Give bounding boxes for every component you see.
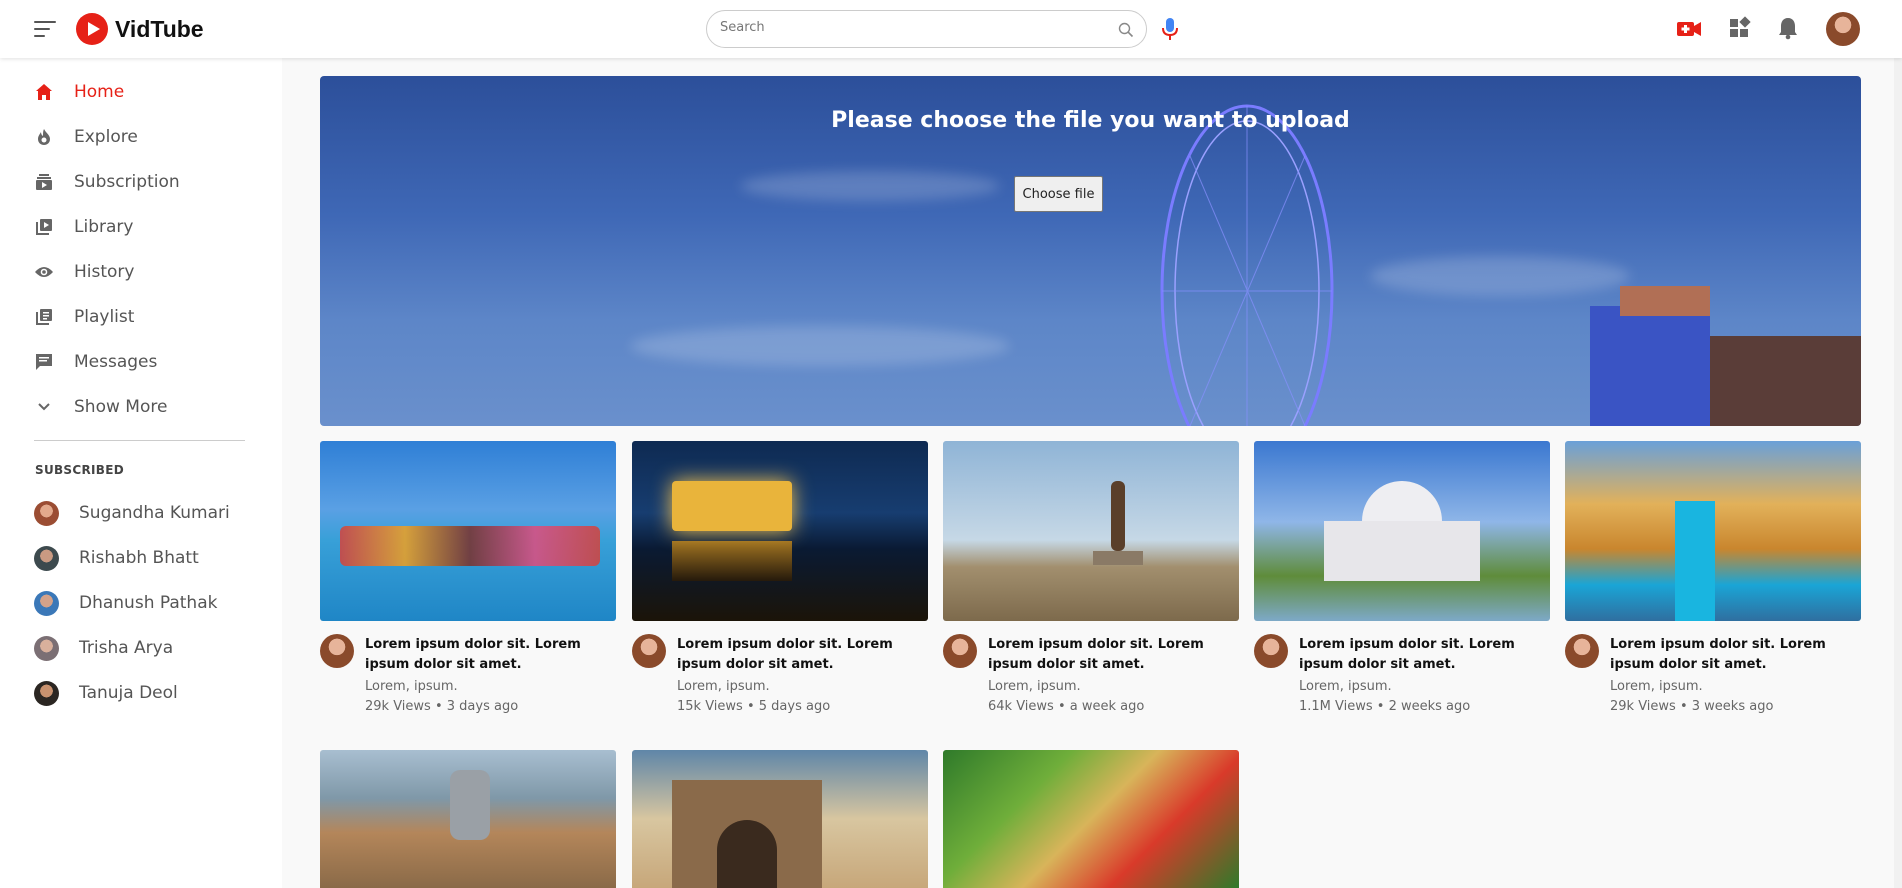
- video-thumbnail[interactable]: [1254, 441, 1550, 621]
- channel-name: Dhanush Pathak: [79, 593, 218, 613]
- avatar: [34, 635, 59, 661]
- upload-banner: Please choose the file you want to uploa…: [320, 76, 1861, 426]
- video-card: [943, 750, 1239, 888]
- video-card: Lorem ipsum dolor sit. Lorem ipsum dolor…: [320, 441, 616, 714]
- sidebar-item-playlist[interactable]: Playlist: [34, 302, 264, 332]
- search-box: [706, 10, 1147, 48]
- sidebar-item-home[interactable]: Home: [34, 77, 264, 107]
- video-title[interactable]: Lorem ipsum dolor sit. Lorem ipsum dolor…: [365, 635, 617, 675]
- mic-icon[interactable]: [1161, 17, 1179, 41]
- channel-avatar[interactable]: [320, 634, 354, 668]
- subscribed-channel[interactable]: Tanuja Deol: [34, 678, 274, 708]
- app-name: VidTube: [115, 15, 204, 42]
- message-icon: [34, 352, 54, 372]
- video-thumbnail[interactable]: [320, 750, 616, 888]
- play-logo-icon: [76, 13, 108, 45]
- channel-name[interactable]: Lorem, ipsum.: [1299, 679, 1392, 694]
- apps-grid-icon[interactable]: [1727, 16, 1751, 40]
- sidebar-item-label: History: [74, 262, 135, 282]
- channel-name[interactable]: Lorem, ipsum.: [365, 679, 458, 694]
- avatar: [34, 590, 59, 616]
- video-meta: 1.1M Views • 2 weeks ago: [1299, 699, 1471, 714]
- sidebar-item-label: Show More: [74, 397, 168, 417]
- library-icon: [34, 217, 54, 237]
- logo[interactable]: VidTube: [76, 13, 204, 45]
- sidebar-divider: [34, 440, 245, 441]
- video-thumbnail[interactable]: [1565, 441, 1861, 621]
- video-meta: 64k Views • a week ago: [988, 699, 1145, 714]
- home-icon: [34, 82, 54, 102]
- video-card: Lorem ipsum dolor sit. Lorem ipsum dolor…: [1254, 441, 1550, 714]
- top-header: VidTube: [0, 0, 1902, 58]
- sidebar-item-label: Explore: [74, 127, 138, 147]
- choose-file-button[interactable]: Choose file: [1014, 176, 1103, 212]
- video-card: [632, 750, 928, 888]
- sidebar-item-label: Home: [74, 82, 125, 102]
- sidebar-item-subscription[interactable]: Subscription: [34, 167, 264, 197]
- sidebar-item-library[interactable]: Library: [34, 212, 264, 242]
- video-title[interactable]: Lorem ipsum dolor sit. Lorem ipsum dolor…: [1610, 635, 1862, 675]
- sidebar-item-explore[interactable]: Explore: [34, 122, 264, 152]
- video-thumbnail[interactable]: [943, 750, 1239, 888]
- video-card: Lorem ipsum dolor sit. Lorem ipsum dolor…: [632, 441, 928, 714]
- subscribed-heading: SUBSCRIBED: [35, 463, 124, 477]
- channel-name: Tanuja Deol: [79, 683, 178, 703]
- channel-name: Sugandha Kumari: [79, 503, 230, 523]
- bell-icon[interactable]: [1777, 16, 1799, 40]
- avatar: [34, 500, 59, 526]
- channel-name: Trisha Arya: [79, 638, 174, 658]
- menu-icon[interactable]: [34, 19, 58, 39]
- fire-icon: [34, 127, 54, 147]
- video-thumbnail[interactable]: [943, 441, 1239, 621]
- sidebar-item-label: Messages: [74, 352, 158, 372]
- playlist-icon: [34, 307, 54, 327]
- banner-heading: Please choose the file you want to uploa…: [831, 108, 1350, 133]
- channel-name[interactable]: Lorem, ipsum.: [677, 679, 770, 694]
- subscribed-channel[interactable]: Rishabh Bhatt: [34, 543, 274, 573]
- sidebar-item-history[interactable]: History: [34, 257, 264, 287]
- video-camera-icon[interactable]: [1676, 16, 1702, 42]
- video-title[interactable]: Lorem ipsum dolor sit. Lorem ipsum dolor…: [677, 635, 929, 675]
- user-avatar[interactable]: [1826, 12, 1860, 46]
- sidebar-item-label: Subscription: [74, 172, 180, 192]
- video-card: Lorem ipsum dolor sit. Lorem ipsum dolor…: [1565, 441, 1861, 714]
- channel-avatar[interactable]: [943, 634, 977, 668]
- subscribed-channel[interactable]: Dhanush Pathak: [34, 588, 274, 618]
- video-thumbnail[interactable]: [632, 441, 928, 621]
- scrollbar[interactable]: [1894, 58, 1902, 888]
- subscription-icon: [34, 172, 54, 192]
- sidebar-item-messages[interactable]: Messages: [34, 347, 264, 377]
- subscribed-channel[interactable]: Sugandha Kumari: [34, 498, 274, 528]
- chevron-down-icon: [34, 397, 54, 417]
- video-meta: 29k Views • 3 weeks ago: [1610, 699, 1774, 714]
- channel-avatar[interactable]: [632, 634, 666, 668]
- video-meta: 15k Views • 5 days ago: [677, 699, 831, 714]
- eye-icon: [34, 262, 54, 282]
- sidebar-item-show-more[interactable]: Show More: [34, 392, 264, 422]
- video-thumbnail[interactable]: [320, 441, 616, 621]
- video-thumbnail[interactable]: [632, 750, 928, 888]
- channel-name: Rishabh Bhatt: [79, 548, 199, 568]
- video-title[interactable]: Lorem ipsum dolor sit. Lorem ipsum dolor…: [1299, 635, 1551, 675]
- sidebar-item-label: Library: [74, 217, 134, 237]
- channel-avatar[interactable]: [1254, 634, 1288, 668]
- video-card: Lorem ipsum dolor sit. Lorem ipsum dolor…: [943, 441, 1239, 714]
- avatar: [34, 545, 59, 571]
- video-meta: 29k Views • 3 days ago: [365, 699, 519, 714]
- sidebar: Home Explore Subscription Library Histor…: [0, 58, 282, 888]
- search-input[interactable]: [720, 20, 1100, 35]
- channel-avatar[interactable]: [1565, 634, 1599, 668]
- channel-name[interactable]: Lorem, ipsum.: [1610, 679, 1703, 694]
- sidebar-item-label: Playlist: [74, 307, 135, 327]
- video-title[interactable]: Lorem ipsum dolor sit. Lorem ipsum dolor…: [988, 635, 1240, 675]
- channel-name[interactable]: Lorem, ipsum.: [988, 679, 1081, 694]
- video-card: [320, 750, 616, 888]
- search-icon[interactable]: [1118, 22, 1134, 38]
- avatar: [34, 680, 59, 706]
- subscribed-channel[interactable]: Trisha Arya: [34, 633, 274, 663]
